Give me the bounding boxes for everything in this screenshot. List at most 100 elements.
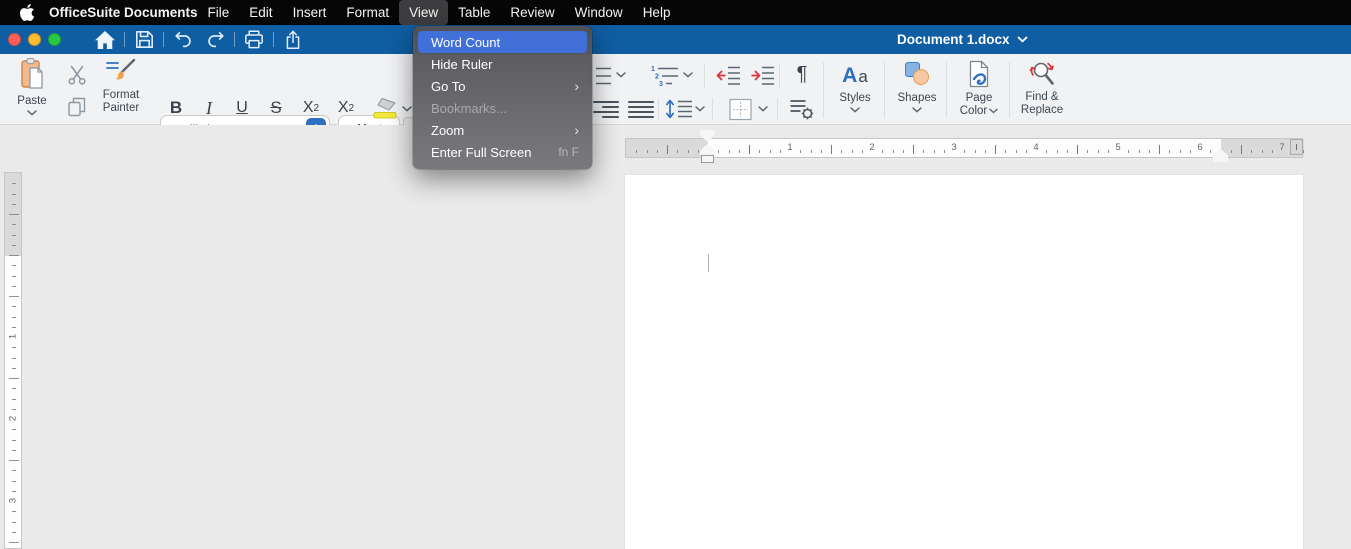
home-button[interactable]: [94, 28, 116, 52]
align-right-icon: [593, 101, 619, 118]
borders-button[interactable]: [725, 96, 755, 122]
share-button[interactable]: [282, 28, 304, 52]
find-replace-button[interactable]: Find &Replace: [1012, 60, 1072, 117]
divider: [273, 32, 274, 47]
chevron-down-icon: [683, 72, 693, 78]
divider: [658, 98, 659, 120]
divider: [946, 62, 947, 118]
minimize-button[interactable]: [28, 33, 41, 46]
menu-item-enter-full-screen[interactable]: Enter Full Screen fn F: [418, 141, 587, 163]
highlight-color-button[interactable]: [370, 96, 400, 120]
page-color-icon: [966, 60, 992, 89]
print-button[interactable]: [243, 28, 265, 52]
strikethrough-button[interactable]: S: [264, 96, 288, 120]
paragraph-settings-button[interactable]: [788, 96, 816, 122]
menu-item-hide-ruler[interactable]: Hide Ruler: [418, 53, 587, 75]
decrease-indent-button[interactable]: [714, 62, 742, 88]
apple-icon: [20, 4, 35, 21]
svg-text:1: 1: [651, 66, 655, 73]
superscript-button[interactable]: X2: [297, 96, 325, 120]
numbered-list-dropdown[interactable]: [615, 70, 627, 80]
menu-item-go-to[interactable]: Go To ›: [418, 75, 587, 97]
menu-shortcut: fn F: [558, 145, 579, 159]
line-spacing-dropdown[interactable]: [694, 104, 706, 114]
italic-button[interactable]: I: [198, 96, 220, 120]
divider: [704, 64, 705, 88]
highlight-color-dropdown[interactable]: [401, 104, 413, 114]
menu-format[interactable]: Format: [336, 0, 399, 25]
chevron-down-icon: [758, 106, 768, 112]
styles-button[interactable]: A a Styles: [827, 60, 883, 113]
redo-button[interactable]: [204, 28, 226, 52]
menu-item-word-count[interactable]: Word Count: [418, 31, 587, 53]
align-justify-button[interactable]: [627, 98, 655, 120]
paragraph-settings-icon: [789, 97, 815, 121]
menu-file[interactable]: File: [198, 0, 240, 25]
save-button[interactable]: [133, 28, 155, 52]
titlebar-toolbar: [94, 25, 304, 54]
menu-window[interactable]: Window: [565, 0, 633, 25]
share-icon: [284, 30, 302, 50]
menu-edit[interactable]: Edit: [239, 0, 282, 25]
vertical-ruler[interactable]: 123: [4, 172, 22, 549]
svg-text:3: 3: [659, 81, 663, 86]
cut-button[interactable]: [64, 62, 90, 88]
home-icon: [95, 31, 115, 49]
page-color-label: Page Color: [960, 92, 998, 118]
paste-button[interactable]: Paste: [6, 57, 58, 116]
multilevel-list-button[interactable]: 123: [650, 62, 680, 88]
undo-button[interactable]: [172, 28, 194, 52]
align-right-button[interactable]: [592, 98, 620, 120]
divider: [234, 32, 235, 47]
borders-dropdown[interactable]: [757, 104, 769, 114]
styles-icon: A a: [842, 60, 868, 88]
format-painter-icon: [105, 58, 137, 86]
underline-button[interactable]: U: [230, 96, 254, 120]
save-icon: [135, 30, 154, 49]
menu-help[interactable]: Help: [633, 0, 681, 25]
divider: [779, 64, 780, 88]
shapes-button[interactable]: Shapes: [889, 60, 945, 113]
paste-label: Paste: [17, 95, 46, 108]
copy-button[interactable]: [64, 94, 90, 120]
document-title-control[interactable]: Document 1.docx: [897, 25, 1028, 54]
menu-insert[interactable]: Insert: [283, 0, 337, 25]
page-color-button[interactable]: Page Color: [951, 60, 1007, 118]
document-title: Document 1.docx: [897, 32, 1010, 47]
document-area: 1234567 123: [0, 125, 1351, 549]
cut-icon: [66, 64, 88, 86]
multilevel-list-dropdown[interactable]: [682, 70, 694, 80]
bold-button[interactable]: B: [164, 96, 188, 120]
divider: [777, 98, 778, 120]
apple-menu[interactable]: [20, 4, 35, 21]
line-spacing-icon: [665, 97, 693, 121]
menu-table[interactable]: Table: [448, 0, 500, 25]
maximize-button[interactable]: [48, 33, 61, 46]
menu-view[interactable]: View: [399, 0, 448, 25]
chevron-down-icon: [402, 106, 412, 112]
left-indent-marker[interactable]: [701, 155, 714, 163]
subscript-button[interactable]: X2: [332, 96, 360, 120]
app-name[interactable]: OfficeSuite Documents: [49, 5, 198, 20]
divider: [1009, 62, 1010, 118]
menu-item-zoom[interactable]: Zoom ›: [418, 119, 587, 141]
document-page[interactable]: [625, 175, 1303, 549]
shapes-label: Shapes: [897, 92, 936, 105]
app-window: OfficeSuite Documents File Edit Insert F…: [0, 0, 1351, 549]
window-controls: [8, 33, 61, 46]
menu-review[interactable]: Review: [500, 0, 564, 25]
divider: [124, 32, 125, 47]
highlighter-icon: [371, 97, 399, 120]
close-button[interactable]: [8, 33, 21, 46]
find-replace-label: Find &Replace: [1021, 91, 1063, 117]
chevron-down-icon: [912, 107, 922, 113]
ruler-ticks: 1234567: [626, 139, 1302, 157]
styles-label: Styles: [839, 92, 870, 105]
increase-indent-button[interactable]: [748, 62, 776, 88]
chevron-down-icon: [850, 107, 860, 113]
line-spacing-button[interactable]: [665, 96, 693, 122]
show-paragraph-marks-button[interactable]: ¶: [790, 60, 814, 88]
ruler-end-box: [1290, 139, 1303, 155]
horizontal-ruler[interactable]: 1234567: [625, 138, 1303, 158]
format-painter-button[interactable]: FormatPainter: [96, 58, 146, 115]
